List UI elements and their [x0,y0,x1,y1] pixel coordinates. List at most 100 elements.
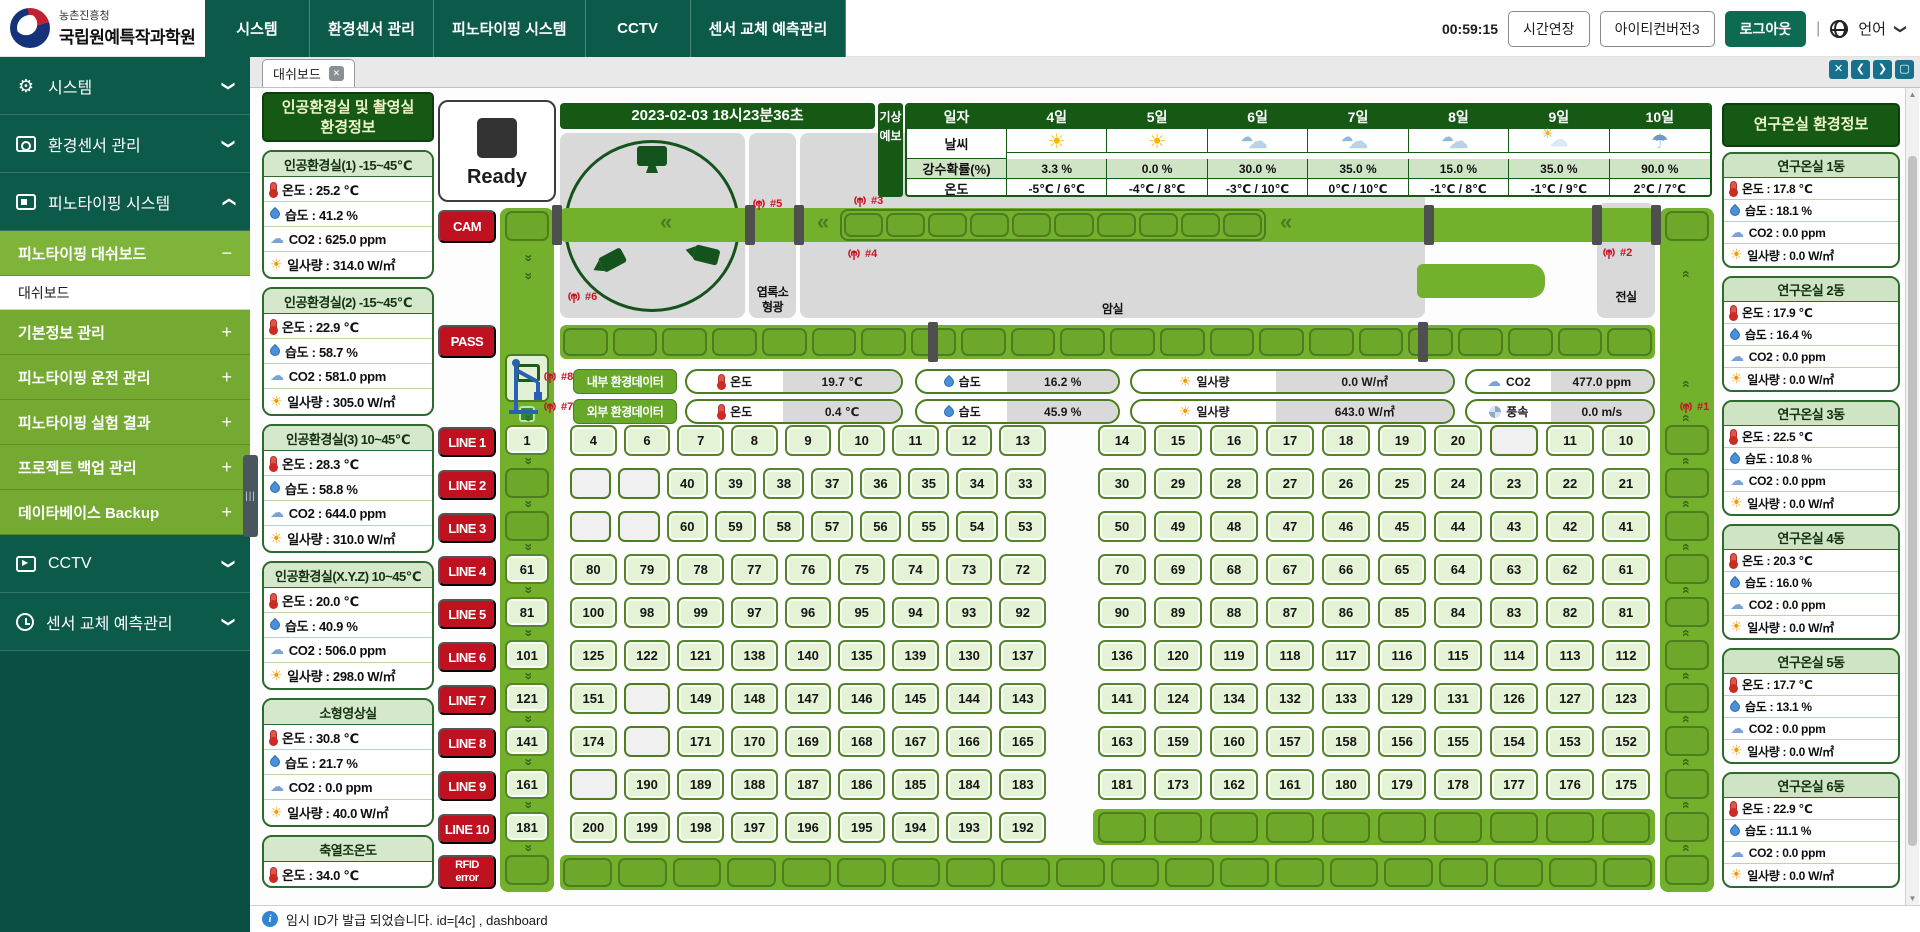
plant-cell[interactable]: 136 [1098,640,1146,671]
plant-cell[interactable]: 43 [1490,511,1538,542]
plant-cell[interactable]: 62 [1546,554,1594,585]
plant-cell[interactable]: 78 [677,554,724,585]
plant-cell[interactable]: 198 [677,812,724,843]
cam-button[interactable]: CAM [438,210,496,243]
plant-cell[interactable]: 178 [1434,769,1482,800]
plant-cell[interactable]: 44 [1434,511,1482,542]
plant-cell[interactable]: 10 [838,425,885,456]
line-button-LINE 2[interactable]: LINE 2 [438,470,496,500]
plant-cell[interactable]: 50 [1098,511,1146,542]
sidebar-sub-피노타이핑 대쉬보드[interactable]: 피노타이핑 대쉬보드− [0,231,250,276]
plant-cell[interactable]: 4 [570,425,617,456]
plant-cell[interactable]: 152 [1602,726,1650,757]
plant-cell[interactable]: 11 [892,425,939,456]
plant-cell[interactable]: 23 [1490,468,1538,499]
plant-cell[interactable]: 197 [731,812,778,843]
rfid-error-button[interactable]: RFIDerror [438,855,496,889]
plant-cell[interactable]: 159 [1154,726,1202,757]
line-button-LINE 10[interactable]: LINE 10 [438,814,496,844]
plant-cell[interactable]: 126 [1490,683,1538,714]
plant-cell[interactable]: 183 [999,769,1046,800]
plant-cell[interactable]: 6 [624,425,671,456]
plant-cell[interactable]: 85 [1378,597,1426,628]
pass-button[interactable]: PASS [438,325,496,358]
plant-cell[interactable]: 148 [731,683,778,714]
plant-cell[interactable]: 96 [785,597,832,628]
plant-cell[interactable]: 118 [1266,640,1314,671]
line-button-LINE 8[interactable]: LINE 8 [438,728,496,758]
sidebar-sub-피노타이핑 운전 관리[interactable]: 피노타이핑 운전 관리+ [0,355,250,400]
line-button-LINE 5[interactable]: LINE 5 [438,599,496,629]
line-button-LINE 4[interactable]: LINE 4 [438,556,496,586]
sidebar-sub-대쉬보드[interactable]: 대쉬보드 [0,276,250,310]
plant-cell[interactable]: 129 [1378,683,1426,714]
extend-time-button[interactable]: 시간연장 [1508,11,1590,47]
plant-cell[interactable]: 10 [1602,425,1650,456]
plant-cell[interactable]: 86 [1322,597,1370,628]
plant-cell[interactable]: 145 [892,683,939,714]
plant-cell[interactable]: 30 [1098,468,1146,499]
plant-cell[interactable]: 130 [946,640,993,671]
plant-cell[interactable]: 94 [892,597,939,628]
plant-cell[interactable]: 161 [1266,769,1314,800]
plant-cell[interactable]: 92 [999,597,1046,628]
plant-cell[interactable]: 156 [1378,726,1426,757]
plant-cell[interactable]: 45 [1378,511,1426,542]
plant-cell[interactable]: 195 [838,812,885,843]
plant-cell[interactable]: 8 [731,425,778,456]
plant-cell[interactable]: 60 [667,511,708,542]
plant-cell[interactable]: 11 [1546,425,1594,456]
plant-cell[interactable]: 185 [892,769,939,800]
plant-cell[interactable]: 34 [956,468,997,499]
plant-cell[interactable]: 170 [731,726,778,757]
sidebar-item-CCTV[interactable]: CCTV❯ [0,535,250,593]
language-selector[interactable]: 언어 [1858,18,1886,39]
plant-cell[interactable]: 200 [570,812,617,843]
plant-cell[interactable]: 95 [838,597,885,628]
plant-cell[interactable]: 49 [1154,511,1202,542]
plant-cell[interactable]: 169 [785,726,832,757]
plant-cell[interactable]: 9 [785,425,832,456]
plant-cell[interactable]: 196 [785,812,832,843]
plant-cell[interactable]: 12 [946,425,993,456]
plant-cell[interactable]: 87 [1266,597,1314,628]
plant-cell[interactable]: 75 [838,554,885,585]
plant-cell[interactable]: 18 [1322,425,1370,456]
plant-cell[interactable]: 112 [1602,640,1650,671]
plant-cell[interactable]: 140 [785,640,832,671]
plant-cell[interactable]: 27 [1266,468,1314,499]
line-button-LINE 9[interactable]: LINE 9 [438,771,496,801]
plant-cell[interactable]: 187 [785,769,832,800]
plant-cell[interactable]: 160 [1210,726,1258,757]
close-icon[interactable]: ✕ [1829,60,1848,79]
plant-cell[interactable]: 115 [1434,640,1482,671]
plant-cell[interactable]: 154 [1490,726,1538,757]
plant-cell[interactable]: 7 [677,425,724,456]
plant-cell[interactable]: 40 [667,468,708,499]
plant-cell[interactable]: 146 [838,683,885,714]
plant-cell[interactable]: 90 [1098,597,1146,628]
plant-cell[interactable]: 81 [1602,597,1650,628]
plant-cell[interactable]: 21 [1602,468,1650,499]
plant-cell[interactable]: 79 [624,554,671,585]
plant-cell[interactable]: 37 [811,468,852,499]
sidebar-item-환경센서 관리[interactable]: 환경센서 관리❯ [0,115,250,173]
plant-cell[interactable]: 16 [1210,425,1258,456]
scroll-up-icon[interactable]: ▲ [1906,90,1919,99]
plant-cell[interactable]: 194 [892,812,939,843]
plant-cell[interactable]: 168 [838,726,885,757]
sidebar-sub-프로젝트 백업 관리[interactable]: 프로젝트 백업 관리+ [0,445,250,490]
plant-cell[interactable]: 93 [946,597,993,628]
plant-cell[interactable]: 166 [946,726,993,757]
plant-cell[interactable]: 66 [1322,554,1370,585]
nav-item-시스템[interactable]: 시스템 [205,0,310,57]
plant-cell[interactable]: 158 [1322,726,1370,757]
plant-cell[interactable]: 69 [1154,554,1202,585]
plant-cell[interactable]: 54 [956,511,997,542]
line-button-LINE 3[interactable]: LINE 3 [438,513,496,543]
chevron-down-icon[interactable]: ❯ [1894,23,1908,33]
plant-cell[interactable]: 181 [1098,769,1146,800]
plant-cell[interactable]: 141 [1098,683,1146,714]
plant-cell[interactable]: 144 [946,683,993,714]
plant-cell[interactable]: 190 [624,769,671,800]
